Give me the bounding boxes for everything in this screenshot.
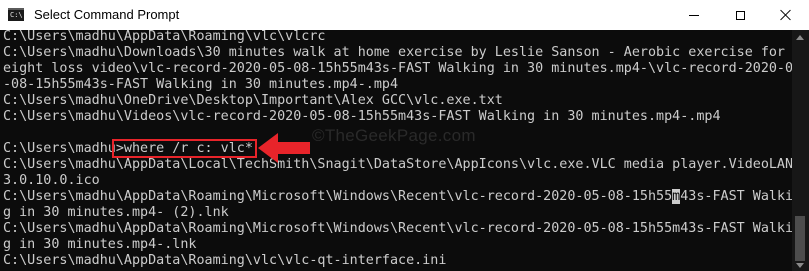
scroll-down-icon[interactable] — [796, 263, 804, 268]
console-line: C:\Users\madhu\OneDrive\Desktop\Importan… — [3, 93, 503, 108]
line-prefix: C:\Users\madhu\AppData\Roaming\Microsoft… — [3, 189, 673, 204]
maximize-icon — [735, 10, 745, 20]
scrollbar-thumb[interactable] — [795, 216, 805, 261]
line-suffix: 43s-FAST Walkin — [680, 189, 792, 204]
minimize-button[interactable] — [671, 0, 717, 30]
console-line: g in 30 minutes.mp4-.lnk — [3, 237, 197, 252]
command-highlight-box — [112, 139, 257, 158]
close-button[interactable] — [763, 0, 809, 30]
title-bar[interactable]: C:\ Select Command Prompt — [0, 0, 809, 30]
window-title: Select Command Prompt — [34, 7, 180, 22]
watermark-text: ©TheGeekPage.com — [312, 126, 476, 145]
console-line: C:\Users\madhu\AppData\Roaming\Microsoft… — [3, 221, 792, 236]
console-line: C:\Users\madhu\AppData\Roaming\vlc\vlc-q… — [3, 253, 447, 268]
minimize-icon — [689, 14, 699, 16]
console-line: 3.0.10.0.ico — [3, 173, 100, 188]
console-line: C:\Users\madhu\Downloads\30 minutes walk… — [3, 45, 792, 60]
close-icon — [780, 9, 792, 21]
console-line: C:\Users\madhu\Videos\vlc-record-2020-05… — [3, 109, 721, 124]
vertical-scrollbar[interactable] — [792, 30, 809, 271]
console-line: eight loss video\vlc-record-2020-05-08-1… — [3, 61, 792, 76]
console-line: C:\Users\madhu\AppData\Roaming\Microsoft… — [3, 189, 792, 205]
command-prompt-icon: C:\ — [8, 8, 24, 21]
maximize-button[interactable] — [717, 0, 763, 30]
selection-cursor: m — [672, 189, 681, 204]
red-arrow-icon — [258, 133, 310, 163]
console-line: C:\Users\madhu\AppData\Roaming\vlc\vlcrc — [3, 30, 326, 44]
console-line: C:\Users\madhu\AppData\Local\TechSmith\S… — [3, 157, 792, 172]
scroll-up-icon[interactable] — [796, 35, 804, 40]
console-line: -08-15h55m43s-FAST Walking in 30 minutes… — [3, 77, 399, 92]
console-line: g in 30 minutes.mp4- (2).lnk — [3, 205, 229, 220]
app-icon-text: C:\ — [10, 11, 23, 19]
